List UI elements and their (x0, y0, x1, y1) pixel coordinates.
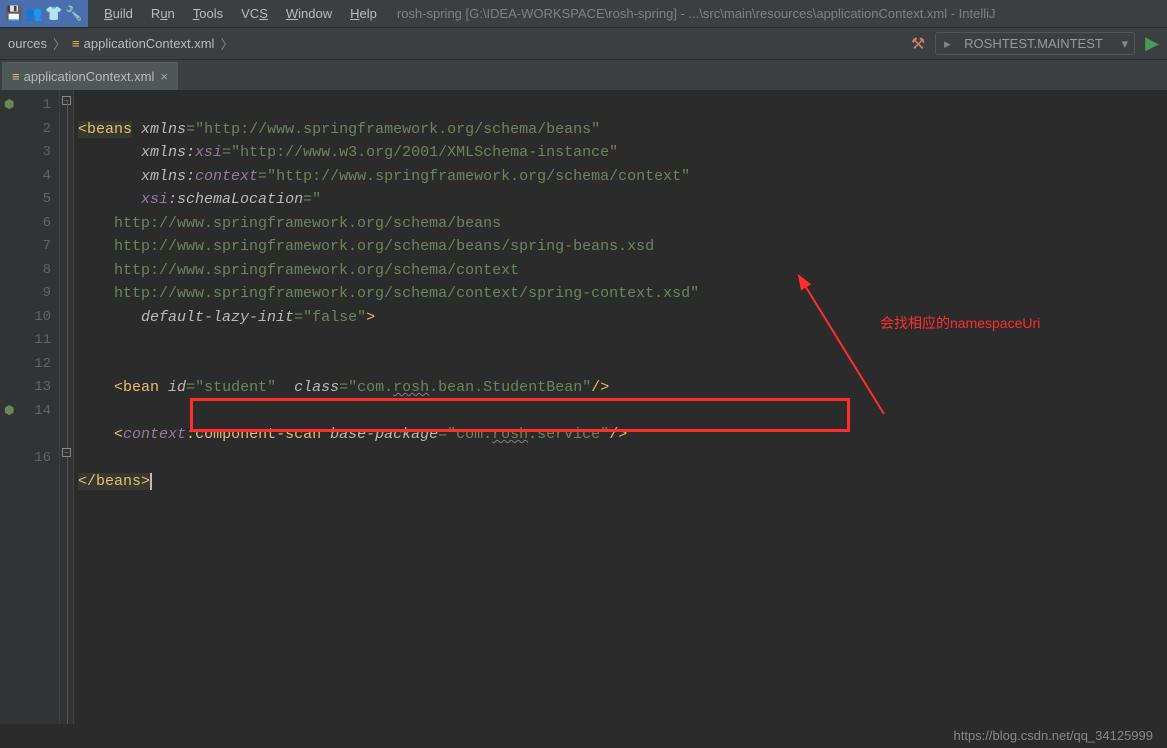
editor-tabs: applicationContext.xml × (0, 60, 1167, 90)
xml-file-icon (12, 69, 18, 84)
breadcrumb-item-folder[interactable]: ources (8, 36, 47, 51)
xml-file-icon (72, 36, 78, 51)
run-config-label: ROSHTEST.MAINTEST (964, 36, 1103, 51)
menu-help[interactable]: Help (342, 2, 385, 25)
chevron-right-icon: 〉 (53, 34, 66, 53)
build-hammer-icon[interactable]: ⚒ (911, 34, 925, 54)
editor: ⬢1 2 3 4 5 6 7 8 9 10 11 12 13 ⬢14 16 − … (0, 90, 1167, 724)
run-play-icon[interactable]: ▶ (1145, 33, 1159, 54)
menu-run[interactable]: Run (143, 2, 183, 25)
breadcrumb-label: applicationContext.xml (84, 36, 215, 51)
save-icon[interactable]: 💾 (6, 6, 22, 22)
menu-build[interactable]: Build (96, 2, 141, 25)
fold-toggle-icon[interactable]: − (62, 448, 71, 457)
watermark-text: https://blog.csdn.net/qq_34125999 (954, 728, 1154, 743)
tab-label: applicationContext.xml (24, 69, 155, 84)
line-gutter: ⬢1 2 3 4 5 6 7 8 9 10 11 12 13 ⬢14 16 (0, 90, 60, 724)
code-editor[interactable]: <beans xmlns="http://www.springframework… (74, 90, 1167, 724)
toolbar-quick-icons: 💾 👥 👕 🔧 (0, 0, 88, 27)
annotation-arrow (794, 274, 914, 434)
menu-window[interactable]: Window (278, 2, 340, 25)
tab-close-icon[interactable]: × (160, 69, 168, 84)
main-menu: Build Run Tools VCS Window Help (88, 2, 385, 25)
breadcrumb: ources 〉 applicationContext.xml 〉 (8, 34, 233, 53)
spring-bean-icon[interactable]: ⬢ (4, 400, 14, 424)
chevron-right-icon: 〉 (220, 34, 233, 53)
menu-vcs[interactable]: VCS (233, 2, 276, 25)
breadcrumb-label: ources (8, 36, 47, 51)
wrench-icon[interactable]: 🔧 (66, 6, 82, 22)
navigation-bar: ources 〉 applicationContext.xml 〉 ⚒ ROSH… (0, 28, 1167, 60)
watermark-footer: https://blog.csdn.net/qq_34125999 (0, 724, 1167, 748)
window-title: rosh-spring [G:\IDEA-WORKSPACE\rosh-spri… (385, 6, 996, 21)
menu-bar-container: 💾 👥 👕 🔧 Build Run Tools VCS Window Help … (0, 0, 1167, 28)
shirt-icon[interactable]: 👕 (46, 6, 62, 22)
breadcrumb-item-file[interactable]: applicationContext.xml (72, 36, 214, 51)
spring-bean-icon[interactable]: ⬢ (4, 94, 14, 118)
menu-tools[interactable]: Tools (185, 2, 231, 25)
tab-application-context[interactable]: applicationContext.xml × (2, 62, 178, 90)
annotation-label: 会找相应的namespaceUri (880, 312, 1040, 336)
run-configuration-select[interactable]: ROSHTEST.MAINTEST (935, 32, 1135, 55)
users-icon[interactable]: 👥 (26, 6, 42, 22)
fold-guide (67, 100, 68, 724)
toolbar-right: ⚒ ROSHTEST.MAINTEST ▶ (911, 32, 1159, 55)
fold-gutter: − − (60, 90, 74, 724)
